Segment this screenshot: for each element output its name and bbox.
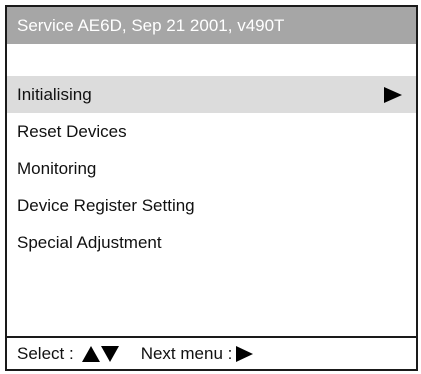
menu-item-label: Initialising — [17, 85, 92, 104]
menu-item-reset-devices[interactable]: Reset Devices — [7, 113, 416, 150]
right-triangle-icon — [236, 345, 254, 362]
select-hint-label: Select : — [17, 344, 74, 363]
menu-item-label: Device Register Setting — [17, 196, 195, 215]
menu-item-initialising[interactable]: Initialising — [7, 76, 416, 113]
up-triangle-icon — [81, 345, 100, 362]
menu-item-label: Special Adjustment — [17, 233, 162, 252]
down-triangle-icon — [100, 345, 119, 362]
next-menu-hint-label: Next menu : — [140, 344, 233, 363]
arrow-right-icon — [384, 87, 402, 103]
service-menu-window: Service AE6D, Sep 21 2001, v490T Initial… — [5, 5, 418, 371]
menu-item-monitoring[interactable]: Monitoring — [7, 150, 416, 187]
menu-item-device-register-setting[interactable]: Device Register Setting — [7, 187, 416, 224]
menu-item-special-adjustment[interactable]: Special Adjustment — [7, 224, 416, 261]
service-menu-list: Initialising Reset Devices Monitoring De… — [7, 76, 416, 261]
status-bar: Select : Next menu : — [7, 336, 416, 369]
menu-item-label: Monitoring — [17, 159, 97, 178]
title-bar: Service AE6D, Sep 21 2001, v490T — [7, 7, 416, 44]
window-title: Service AE6D, Sep 21 2001, v490T — [17, 16, 285, 35]
menu-item-label: Reset Devices — [17, 122, 127, 141]
